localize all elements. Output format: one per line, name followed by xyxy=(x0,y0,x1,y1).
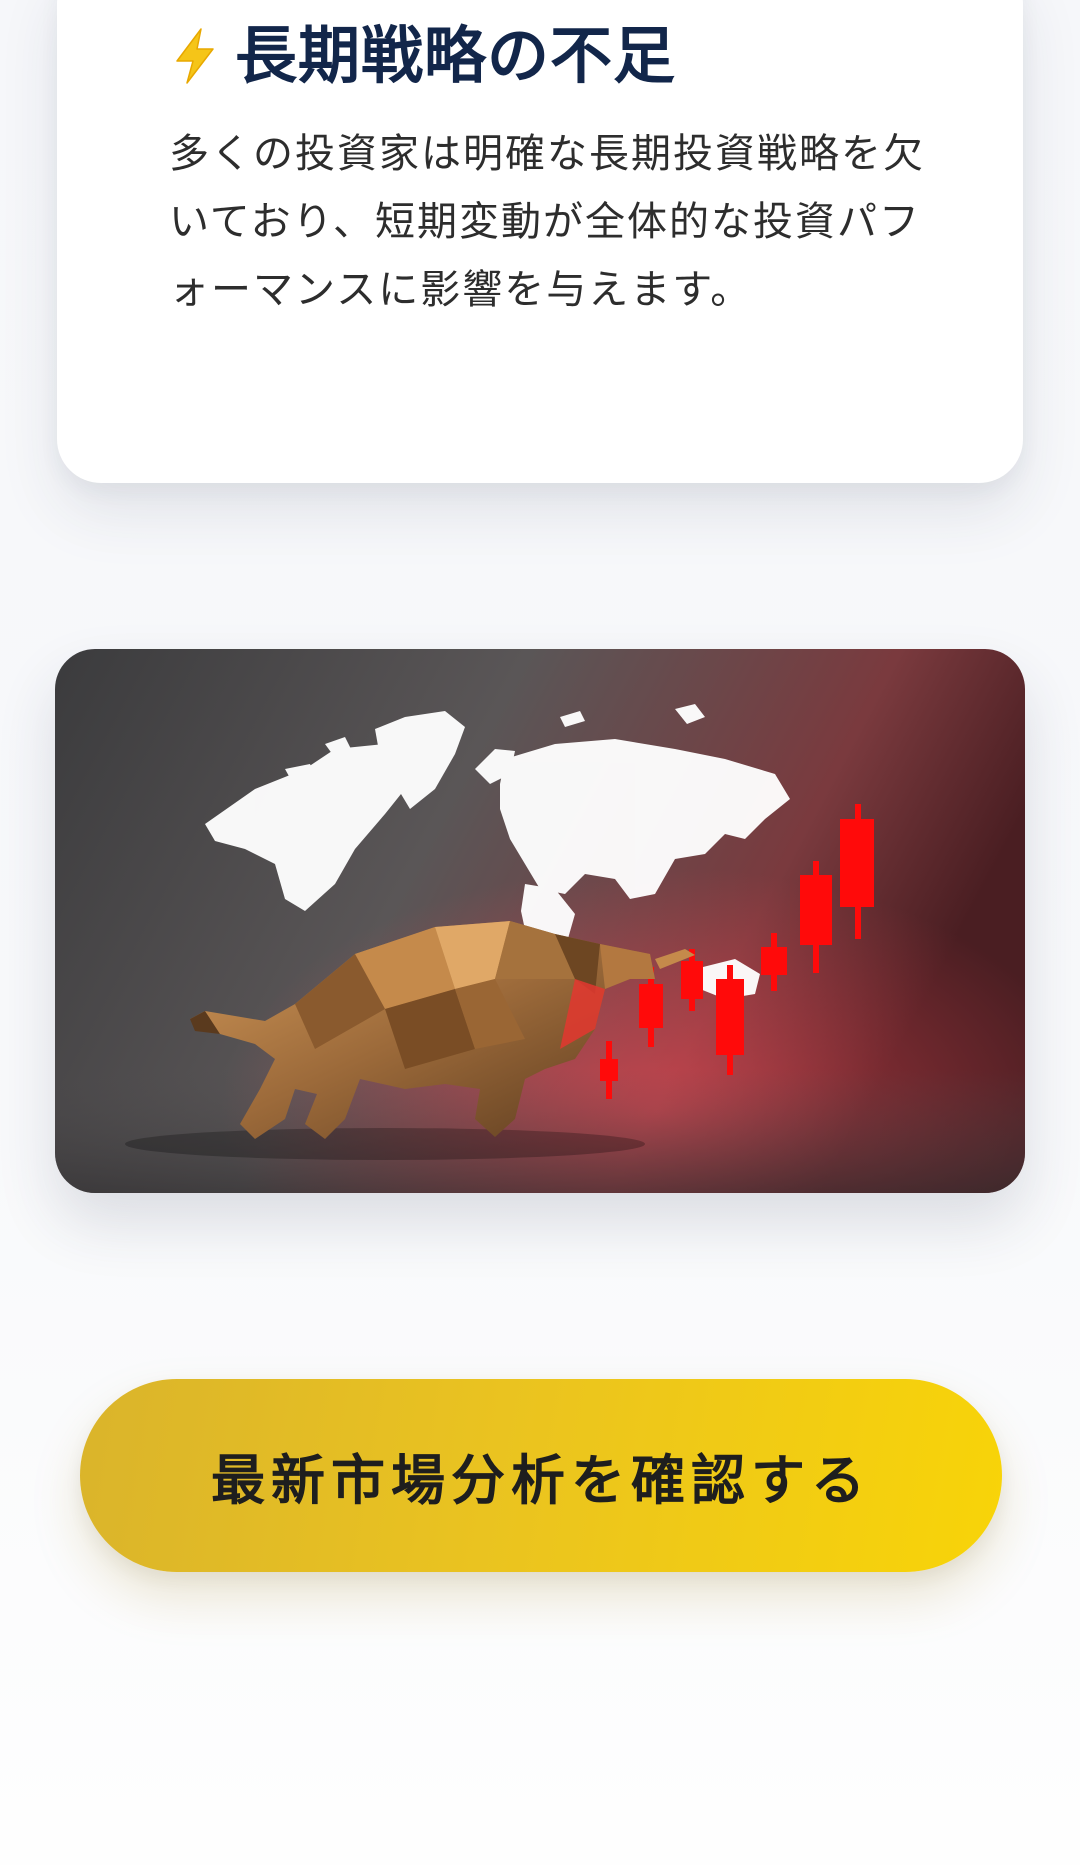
card-heading: 長期戦略の不足 xyxy=(169,25,676,87)
view-market-analysis-button[interactable]: 最新市場分析を確認する xyxy=(80,1379,1002,1572)
info-card: 長期戦略の不足 多くの投資家は明確な長期投資戦略を欠いており、短期変動が全体的な… xyxy=(57,0,1023,483)
card-description: 多くの投資家は明確な長期投資戦略を欠いており、短期変動が全体的な投資パフォーマン… xyxy=(169,131,925,313)
lightning-bolt-icon xyxy=(176,28,214,84)
bull-world-map-illustration xyxy=(55,649,1025,1193)
hero-image xyxy=(55,649,1025,1193)
card-title: 長期戦略の不足 xyxy=(235,19,677,92)
cta-label: 最新市場分析を確認する xyxy=(211,1449,871,1512)
